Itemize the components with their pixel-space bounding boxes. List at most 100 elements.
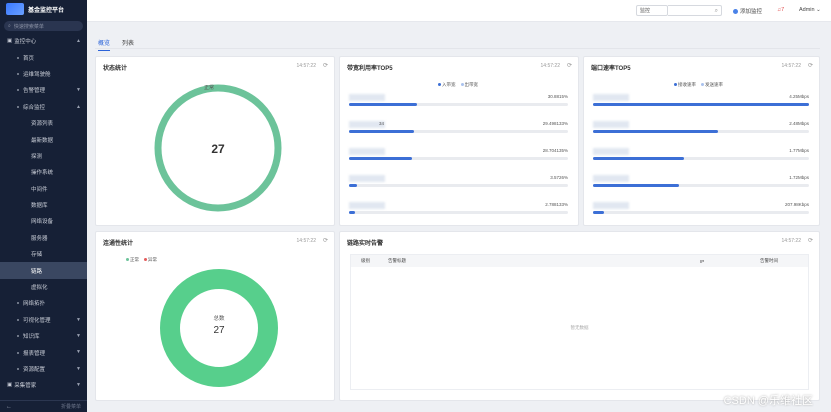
bar-track <box>593 103 809 106</box>
row-label-blurred <box>349 202 385 209</box>
col-title[interactable]: 告警标题 <box>378 258 688 264</box>
bar-row: 2.48Mbps <box>593 121 809 135</box>
row-value: 28.704135% <box>542 148 568 153</box>
panel-title: 端口速率TOP5 <box>591 66 631 72</box>
user-name: Admin <box>799 7 815 13</box>
header-search-input[interactable]: ⌕ <box>668 5 722 16</box>
sidebar-item[interactable]: 数据库 <box>0 197 87 213</box>
center-label: 总数 <box>213 314 225 322</box>
sidebar-item-label: 中间件 <box>31 186 48 193</box>
bullet-icon <box>17 335 19 338</box>
sidebar-item[interactable]: 虚拟化 <box>0 279 87 295</box>
panel-timestamp: 14:57:22 <box>781 238 801 244</box>
sidebar-item[interactable]: 综合监控 ▲ <box>0 99 87 115</box>
bar-track <box>349 211 568 214</box>
sidebar-item[interactable]: 探测 <box>0 148 87 164</box>
status-stats-panel: 状态统计 14:57:22 ⟳ 正常 27 <box>95 56 335 226</box>
col-ip[interactable]: IP <box>688 259 748 264</box>
sidebar-item-label: 操作系统 <box>31 170 54 177</box>
sidebar-item-label: 链路 <box>31 268 43 275</box>
search-icon[interactable]: ⌕ <box>715 8 718 15</box>
bar-row: 4.25Mbps <box>593 94 809 108</box>
table-header: 级别 告警标题 IP 告警时间 <box>351 255 808 267</box>
row-value: 1.72Mbps <box>789 175 809 180</box>
sidebar-nav: ▣ 监控中心 ▲ 首页 运维驾驶舱告警管理 ▼ 综合监控 ▲ 资源列表 最新数据 探测操作系统中间… <box>0 33 87 394</box>
sidebar-item-label: 告警管理 <box>23 88 46 95</box>
row-value: 207.98Kbps <box>784 202 809 207</box>
collapse-menu-button[interactable]: ← 折叠菜单 <box>0 400 87 412</box>
sidebar-item[interactable]: 服务器 <box>0 230 87 246</box>
bar-row: 30.8815% <box>349 94 568 108</box>
sidebar-item[interactable]: 资源配置 ▼ <box>0 361 87 377</box>
col-time[interactable]: 告警时间 <box>748 258 778 264</box>
refresh-icon[interactable]: ⟳ <box>808 62 813 69</box>
alarm-bell-button[interactable]: ♫7 <box>777 7 784 13</box>
refresh-icon[interactable]: ⟳ <box>808 237 813 244</box>
watermark: CSDN @乐维社区 <box>723 395 813 407</box>
tab-overview[interactable]: 概览 <box>98 38 111 51</box>
sidebar-item[interactable]: 网络设备 <box>0 213 87 229</box>
chevron-icon: ▼ <box>76 87 81 94</box>
bar-fill <box>349 184 357 187</box>
sidebar-item[interactable]: 资源列表 <box>0 115 87 131</box>
sidebar-item[interactable]: 操作系统 <box>0 164 87 180</box>
sidebar: 基金监控平台 ⌕ 快速搜索菜单 ▣ 监控中心 ▲ 首页 运维驾驶舱 告警管理 ▼ 综合监控 ▲… <box>0 0 87 412</box>
bullet-icon <box>17 318 19 321</box>
monitor-type-select[interactable]: 监控 <box>636 5 668 16</box>
bar-row: 1.72Mbps <box>593 175 809 189</box>
sidebar-item[interactable]: 告警管理 ▼ <box>0 82 87 98</box>
sidebar-item[interactable]: 报表管理 ▼ <box>0 344 87 360</box>
connectivity-donut-chart: 总数 27 <box>160 269 278 387</box>
collapse-menu-label: 折叠菜单 <box>60 404 81 410</box>
menu-search-input[interactable]: ⌕ 快速搜索菜单 <box>4 21 83 31</box>
sidebar-item-label: 综合监控 <box>23 104 46 111</box>
bar-row: 3.5726% <box>349 175 568 189</box>
bar-fill <box>593 211 604 214</box>
menu-group-icon: ▣ <box>7 38 13 45</box>
sidebar-item[interactable]: 首页 <box>0 49 87 65</box>
sidebar-item-label: 网络拓扑 <box>23 301 46 308</box>
top-header: 监控 ⌕ 添加监控 ♫7 Admin ⌄ <box>87 0 831 22</box>
sidebar-item[interactable]: 网络拓扑 <box>0 295 87 311</box>
user-menu[interactable]: Admin ⌄ <box>799 7 821 13</box>
bar-track <box>349 103 568 106</box>
tab-list[interactable]: 列表 <box>122 38 134 51</box>
alarm-table: 级别 告警标题 IP 告警时间 暂无数据 <box>350 254 809 390</box>
panel-timestamp: 14:57:22 <box>540 63 560 69</box>
sidebar-item[interactable]: 存储 <box>0 246 87 262</box>
logo-icon <box>6 3 24 15</box>
sidebar-item[interactable]: 运维驾驶舱 <box>0 66 87 82</box>
bar-row: 34 29.498133% <box>349 121 568 135</box>
sidebar-item-label: 服务器 <box>31 235 48 242</box>
sidebar-item[interactable]: 知识库 ▼ <box>0 328 87 344</box>
bar-track <box>349 130 568 133</box>
sidebar-item-label: 资源配置 <box>23 367 46 373</box>
panel-title: 带宽利用率TOP5 <box>347 66 393 72</box>
refresh-icon[interactable]: ⟳ <box>567 62 572 69</box>
bar-track <box>349 184 568 187</box>
bar-fill <box>593 184 680 187</box>
sidebar-item[interactable]: ▣ 监控中心 ▲ <box>0 33 87 49</box>
legend-item[interactable]: 出带宽 <box>460 82 478 88</box>
arrow-left-icon: ← <box>6 403 12 410</box>
bullet-icon <box>17 351 19 354</box>
bar-fill <box>593 130 719 133</box>
bullet-icon <box>17 105 19 108</box>
sidebar-item[interactable]: 链路 <box>0 262 87 279</box>
sidebar-item[interactable]: 中间件 <box>0 181 87 197</box>
add-monitor-label: 添加监控 <box>740 9 763 15</box>
sidebar-item[interactable]: ▣ 采集管家 ▼ <box>0 377 87 393</box>
sidebar-item[interactable]: 最新数据 <box>0 131 87 147</box>
chevron-icon: ▼ <box>76 333 81 340</box>
add-monitor-button[interactable]: 添加监控 <box>733 7 762 15</box>
legend-item[interactable]: 发送速率 <box>701 82 723 88</box>
col-level[interactable]: 级别 <box>351 258 378 264</box>
row-value: 2.48Mbps <box>789 121 809 126</box>
sidebar-item[interactable]: 可视化管理 ▼ <box>0 312 87 328</box>
row-value: 1.77Mbps <box>789 148 809 153</box>
legend-item[interactable]: 接收速率 <box>674 82 696 88</box>
bar-fill <box>349 211 356 214</box>
row-value: 30.8815% <box>547 94 568 99</box>
connectivity-total: 27 <box>213 325 225 336</box>
legend-item[interactable]: 入带宽 <box>438 82 456 88</box>
